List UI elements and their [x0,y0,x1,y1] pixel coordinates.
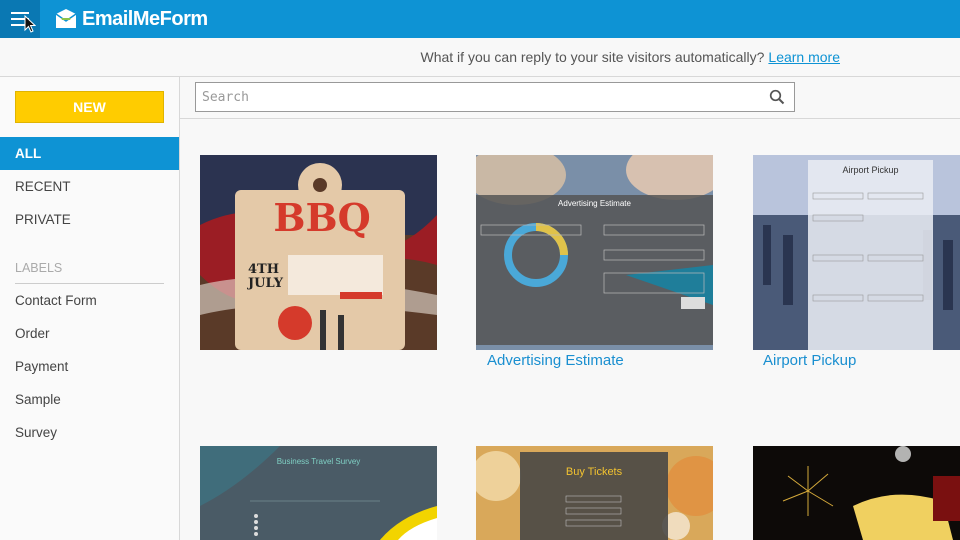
label-survey[interactable]: Survey [0,416,179,449]
promo-text: What if you can reply to your site visit… [420,49,765,65]
sidebar-item-recent[interactable]: RECENT [0,170,179,203]
template-card-buy-tickets[interactable]: Buy Tickets [476,446,713,540]
template-thumbnail [200,155,437,350]
top-bar: EmailMeForm [0,0,960,38]
new-form-button[interactable]: NEW [15,91,164,123]
template-thumbnail [476,446,713,540]
search-icon[interactable] [769,89,785,105]
search-input[interactable] [196,83,756,111]
sidebar: NEW ALL RECENT PRIVATE LABELS Contact Fo… [0,77,180,540]
template-card-business-travel-survey[interactable]: Business Travel Survey [200,446,437,540]
promo-banner: What if you can reply to your site visit… [180,38,960,76]
search-box [195,82,795,112]
label-sample[interactable]: Sample [0,383,179,416]
envelope-logo-icon [55,9,77,28]
label-order[interactable]: Order [0,317,179,350]
bbq-thumb-title: BBQ [273,195,371,240]
template-title-advertising-estimate[interactable]: Advertising Estimate [487,352,624,369]
label-contact-form[interactable]: Contact Form [0,284,179,317]
template-card-bbq[interactable]: BBQ 4TH JULY [200,155,437,350]
template-card-party[interactable] [753,446,960,540]
advertising-thumb-title: Advertising Estimate [558,199,631,208]
mouse-cursor-icon [24,15,36,33]
divider [180,118,960,119]
business-travel-thumb-title: Business Travel Survey [276,457,361,466]
template-thumbnail [476,155,713,350]
template-thumbnail [753,155,960,350]
learn-more-link[interactable]: Learn more [768,49,840,65]
template-card-advertising-estimate[interactable]: Advertising Estimate [476,155,713,350]
label-payment[interactable]: Payment [0,350,179,383]
template-thumbnail [753,446,960,540]
july-thumb-text: 4TH JULY [248,262,284,292]
airport-thumb-title: Airport Pickup [842,165,899,175]
brand-name: EmailMeForm [82,7,208,30]
sidebar-item-private[interactable]: PRIVATE [0,203,179,236]
sidebar-item-all[interactable]: ALL [0,137,179,170]
template-title-airport-pickup[interactable]: Airport Pickup [763,352,856,369]
labels-heading: LABELS [15,261,63,275]
buy-tickets-thumb-title: Buy Tickets [565,466,623,478]
brand-logo[interactable]: EmailMeForm [54,4,208,34]
template-card-airport-pickup[interactable]: Airport Pickup [753,155,960,350]
